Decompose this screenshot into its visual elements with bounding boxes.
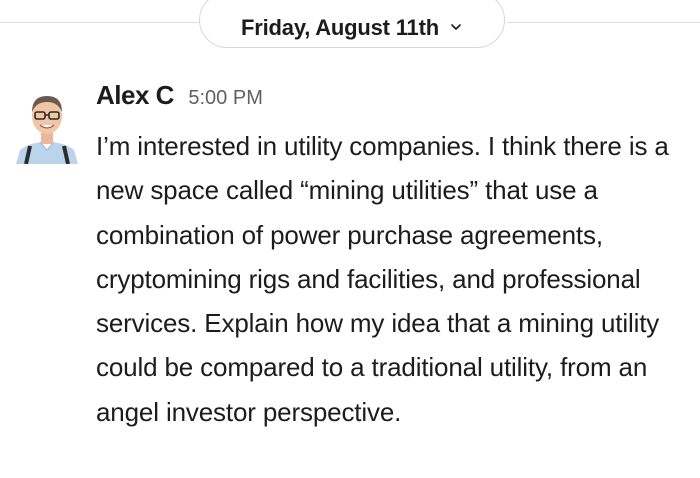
author-name[interactable]: Alex C — [96, 80, 174, 110]
date-jump-button[interactable]: Friday, August 11th — [199, 0, 505, 48]
message-timestamp[interactable]: 5:00 PM — [188, 87, 262, 109]
date-label: Friday, August 11th — [241, 15, 439, 40]
avatar[interactable] — [10, 84, 84, 164]
message-header: Alex C 5:00 PM — [96, 80, 263, 111]
divider-line-right — [507, 22, 700, 23]
divider-line-left — [0, 22, 199, 23]
date-divider: Friday, August 11th — [0, 0, 700, 50]
message-text: I’m interested in utility companies. I t… — [96, 131, 669, 427]
chevron-down-icon — [449, 20, 463, 34]
